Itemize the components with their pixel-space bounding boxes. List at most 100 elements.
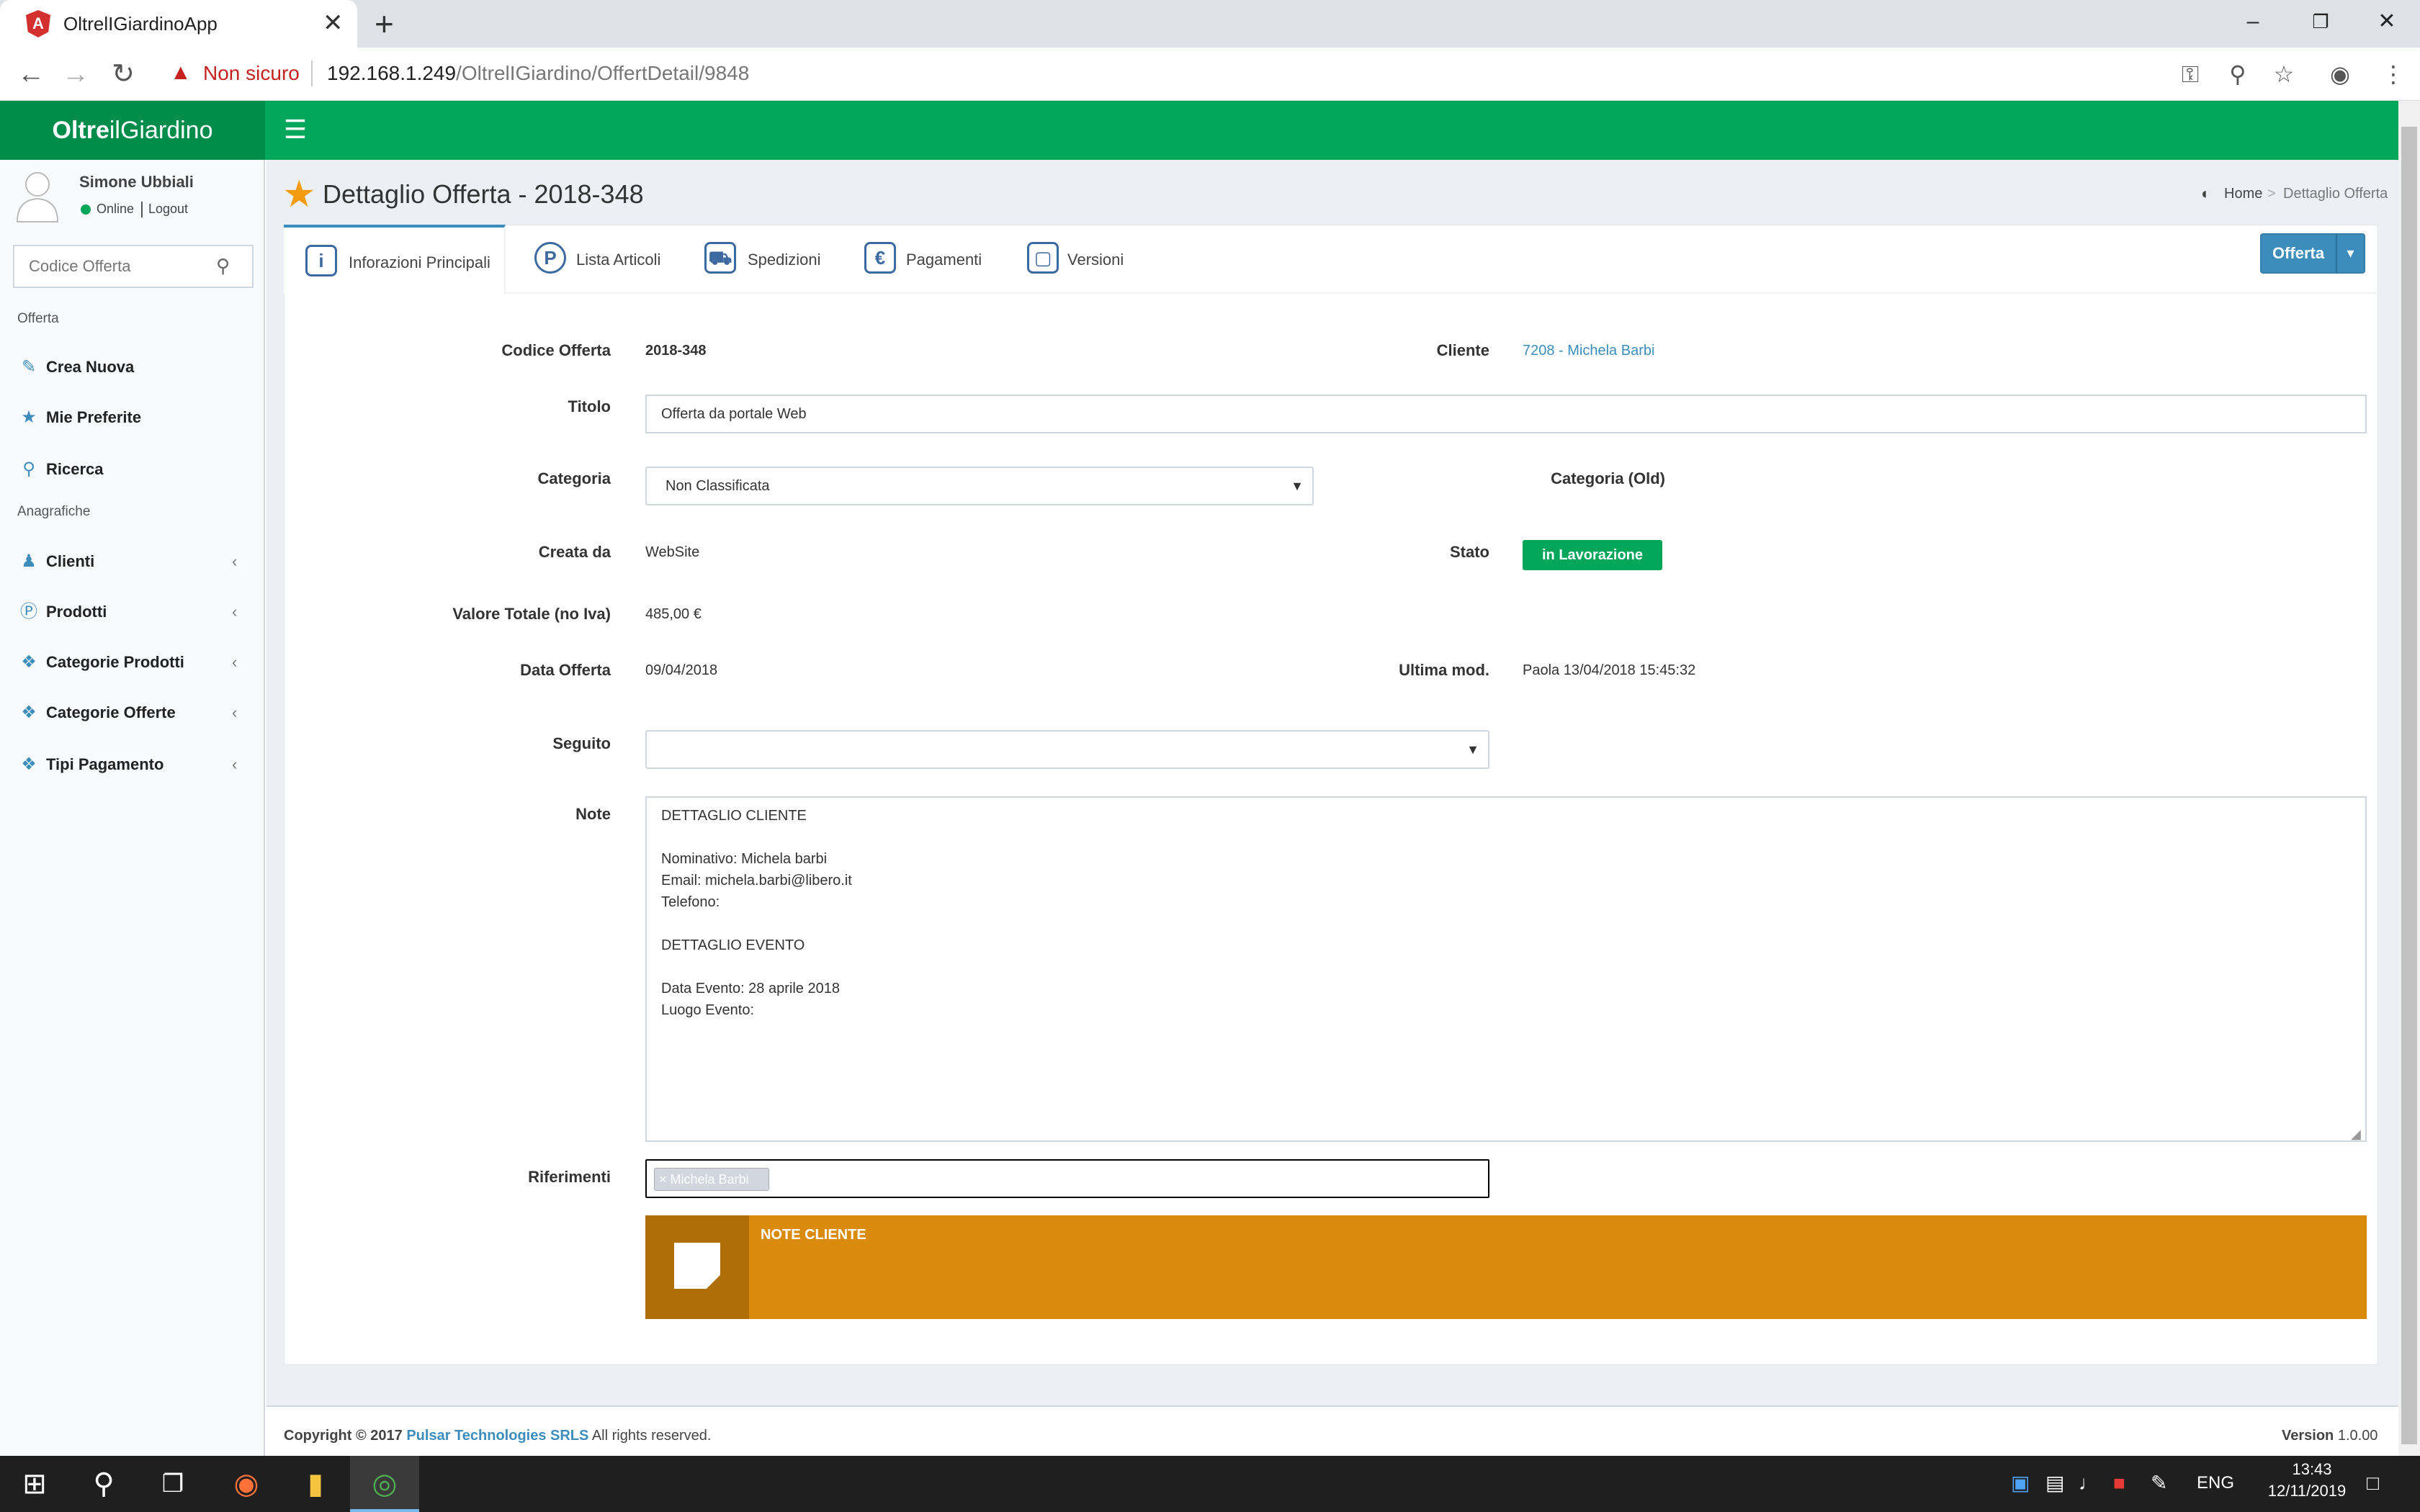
tab-pagamenti[interactable]: € Pagamenti <box>850 225 1001 294</box>
sidebar-item-tipi-pagamento[interactable]: ❖ Tipi Pagamento ‹ <box>0 743 259 786</box>
status-badge: in Lavorazione <box>1523 540 1662 570</box>
notifications-icon[interactable]: □ <box>2367 1469 2379 1498</box>
reload-icon[interactable]: ↻ <box>105 56 141 92</box>
note-line: DETTAGLIO CLIENTE <box>661 808 807 824</box>
back-arrow-icon[interactable]: ← <box>13 56 49 92</box>
window-restore-icon[interactable]: ❐ <box>2299 4 2342 39</box>
user-separator <box>141 202 143 217</box>
footer-version: Version 1.0.00 <box>2282 1426 2378 1446</box>
logout-link[interactable]: Logout <box>148 202 188 217</box>
star-icon: ★ <box>21 408 37 427</box>
tab-label: Lista Articoli <box>576 251 661 269</box>
sidebar-item-categorie-offerte[interactable]: ❖ Categorie Offerte ‹ <box>0 691 259 734</box>
seguito-select[interactable]: ▼ <box>645 730 1489 769</box>
sidebar-item-ricerca[interactable]: ⚲ Ricerca <box>0 448 259 491</box>
sidebar-item-clienti[interactable]: ♟ Clienti ‹ <box>0 540 259 583</box>
scrollbar-thumb[interactable] <box>2401 127 2417 1444</box>
chevron-left-icon: ‹ <box>232 703 238 721</box>
note-cliente-label: NOTE CLIENTE <box>761 1227 866 1243</box>
chrome-icon[interactable]: ◎ <box>350 1456 419 1512</box>
warning-triangle-icon[interactable]: ▲ <box>170 62 192 84</box>
riferimenti-input[interactable] <box>645 1159 1489 1198</box>
version-label: Version <box>2282 1428 2334 1444</box>
offerta-dropdown-caret-icon[interactable]: ▾ <box>2336 233 2365 274</box>
cliente-link[interactable]: 7208 - Michela Barbi <box>1523 340 1654 361</box>
tab-label: Versioni <box>1067 251 1124 269</box>
users-icon: ♟ <box>21 552 37 571</box>
note-line: Data Evento: 28 aprile 2018 <box>661 981 840 996</box>
tags-icon: ❖ <box>21 755 37 774</box>
window-close-icon[interactable]: ✕ <box>2365 4 2408 39</box>
chevron-left-icon: ‹ <box>232 603 238 621</box>
profile-icon[interactable]: ◉ <box>2323 58 2357 91</box>
note-label: Note <box>575 805 611 823</box>
sidebar-item-mie-preferite[interactable]: ★ Mie Preferite <box>0 396 259 439</box>
app-logo[interactable]: OltreilGiardino <box>0 101 265 160</box>
user-name: Simone Ubbiali <box>79 173 194 191</box>
zoom-icon[interactable]: ⚲ <box>2221 58 2254 91</box>
tab-close-icon[interactable]: ✕ <box>323 9 344 37</box>
browser-menu-icon[interactable]: ⋮ <box>2377 58 2410 91</box>
note-textarea[interactable]: DETTAGLIO CLIENTE Nominativo: Michela ba… <box>645 796 2367 1142</box>
hamburger-menu-icon[interactable]: ☰ <box>278 114 313 145</box>
categoria-select[interactable]: Non Classificata ▼ <box>645 467 1314 505</box>
chevron-left-icon: ‹ <box>232 552 238 570</box>
tags-icon: ❖ <box>21 703 37 722</box>
tags-icon: ❖ <box>21 652 37 672</box>
tray-app-icon[interactable]: ▣ <box>2011 1469 2030 1498</box>
tab-lista-articoli[interactable]: P Lista Articoli <box>519 225 677 294</box>
tab-versioni[interactable]: ▢ Versioni <box>1011 225 1148 294</box>
p-circle-icon: P <box>534 242 566 274</box>
breadcrumb-home[interactable]: Home <box>2224 184 2262 203</box>
riferimenti-label: Riferimenti <box>528 1168 611 1186</box>
riferimento-tag[interactable]: × Michela Barbi <box>654 1168 769 1191</box>
forward-arrow-icon[interactable]: → <box>58 56 94 92</box>
sidebar-item-categorie-prodotti[interactable]: ❖ Categorie Prodotti ‹ <box>0 641 259 684</box>
address-bar-url[interactable]: 192.168.1.249/OltrelIGiardino/OffertDeta… <box>327 60 749 86</box>
categoria-old-label: Categoria (Old) <box>1551 469 1665 487</box>
window-minimize-icon[interactable]: – <box>2231 4 2275 39</box>
search-icon[interactable]: ⚲ <box>216 253 230 278</box>
stato-label: Stato <box>1450 543 1489 561</box>
favorite-star-icon[interactable]: ★ <box>282 174 316 215</box>
tab-spedizioni[interactable]: ⛟ Spedizioni <box>689 225 833 294</box>
task-view-icon[interactable]: ❐ <box>138 1456 207 1512</box>
tab-label: Pagamenti <box>906 251 982 269</box>
tab-informazioni-principali[interactable]: i Inforazioni Principali <box>284 225 506 294</box>
browser-tab-strip <box>0 0 2420 48</box>
codice-offerta-value: 2018-348 <box>645 343 707 359</box>
valore-totale-value: 485,00 € <box>645 606 702 622</box>
user-status: Online <box>97 202 135 216</box>
note-line: Nominativo: Michela barbi <box>661 851 828 867</box>
firefox-icon[interactable]: ◉ <box>212 1456 281 1512</box>
sidebar-item-label: Prodotti <box>46 603 107 621</box>
security-label[interactable]: Non sicuro <box>203 60 300 86</box>
taskbar-search-icon[interactable]: ⚲ <box>69 1456 138 1512</box>
tray-language[interactable]: ENG <box>2197 1469 2234 1498</box>
windows-start-icon[interactable]: ⊞ <box>0 1456 69 1512</box>
categoria-value: Non Classificata <box>666 478 770 494</box>
key-icon[interactable]: ⚿ <box>2174 58 2207 91</box>
sidebar-item-prodotti[interactable]: Ⓟ Prodotti ‹ <box>0 590 259 634</box>
tag-remove-icon[interactable]: × <box>659 1172 667 1187</box>
sidebar-item-crea-nuova[interactable]: ✎ Crea Nuova <box>0 346 259 389</box>
new-tab-icon[interactable]: + <box>375 6 394 42</box>
tray-time[interactable]: 13:43 <box>2269 1459 2355 1480</box>
sidebar-item-label: Crea Nuova <box>46 358 135 376</box>
titolo-input[interactable]: Offerta da portale Web <box>645 395 2367 433</box>
tray-date[interactable]: 12/11/2019 <box>2253 1480 2361 1502</box>
valore-totale-label: Valore Totale (no Iva) <box>452 605 611 623</box>
offerta-button[interactable]: Offerta <box>2260 233 2336 274</box>
company-link[interactable]: Pulsar Technologies SRLS <box>406 1428 588 1444</box>
volume-muted-icon[interactable]: ♩ <box>2079 1469 2099 1498</box>
file-explorer-icon[interactable]: ▮ <box>281 1456 350 1512</box>
search-icon: ⚲ <box>22 459 35 479</box>
address-separator <box>311 60 313 86</box>
resize-handle-icon[interactable]: ◢ <box>2351 1128 2361 1140</box>
sidebar-item-label: Categorie Offerte <box>46 703 176 721</box>
logo-bold: Oltre <box>52 117 109 144</box>
network-icon[interactable]: ▤ <box>2045 1469 2064 1498</box>
antivirus-icon[interactable]: ■ <box>2113 1469 2125 1498</box>
pen-icon[interactable]: ✎ <box>2151 1469 2167 1498</box>
bookmark-star-icon[interactable]: ☆ <box>2267 58 2300 91</box>
